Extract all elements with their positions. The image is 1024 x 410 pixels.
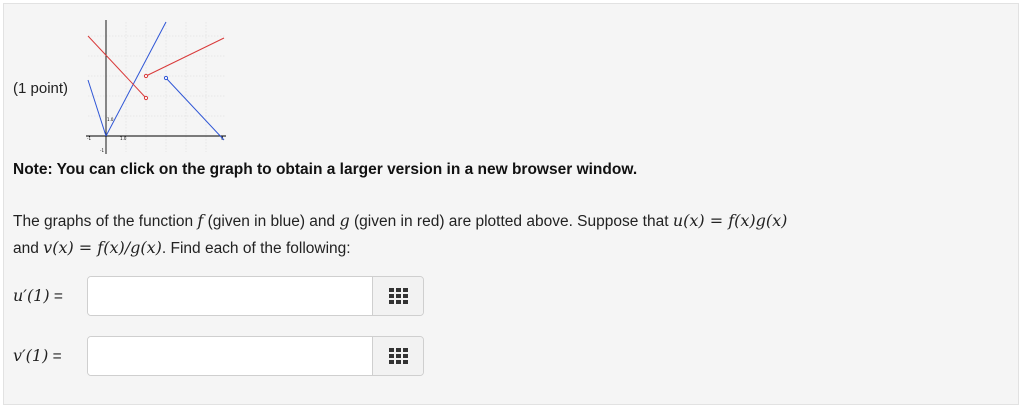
- answer-field-v: [87, 336, 424, 376]
- answer-label: u′(1) =: [13, 286, 87, 306]
- tick-label: -1: [100, 148, 104, 153]
- answer-label: v′(1) =: [13, 346, 87, 366]
- answer-input-u[interactable]: [88, 277, 372, 315]
- note-text: Note: You can click on the graph to obta…: [13, 161, 638, 178]
- math-v-prime: v′(1): [13, 346, 49, 365]
- keypad-icon: [388, 288, 408, 304]
- statement-line-1: The graphs of the function f (given in b…: [13, 208, 1013, 235]
- graph-grid: [88, 22, 226, 152]
- equals-sign: =: [49, 288, 63, 305]
- problem-panel: (1 point) 1.0 -1 1.0 -1 4 Note: You can …: [3, 3, 1019, 405]
- math-keypad-button[interactable]: [372, 277, 423, 315]
- tick-label: 1.0: [107, 117, 114, 122]
- answer-field-u: [87, 276, 424, 316]
- points-label: (1 point): [13, 80, 69, 97]
- answer-row-u: u′(1) =: [13, 276, 424, 316]
- tick-label: -1: [87, 136, 91, 141]
- answer-row-v: v′(1) =: [13, 336, 424, 376]
- math-keypad-button[interactable]: [372, 337, 423, 375]
- statement-text: . Find each of the following:: [161, 240, 351, 257]
- equals-sign: =: [48, 348, 62, 365]
- tick-label: 1.0: [120, 136, 127, 141]
- f-curve-blue: [87, 21, 225, 141]
- g-curve-red: [87, 35, 225, 101]
- statement-text: (given in blue) and: [203, 213, 340, 230]
- statement-text: The graphs of the function: [13, 213, 198, 230]
- math-u-prime: u′(1): [13, 286, 50, 305]
- math-v-def: v(x) = f(x)/g(x): [43, 238, 162, 257]
- statement-text: and: [13, 240, 44, 257]
- math-g: g: [339, 211, 350, 230]
- statement-line-2: and v(x) = f(x)/g(x). Find each of the f…: [13, 235, 1013, 262]
- function-graph[interactable]: 1.0 -1 1.0 -1 4: [86, 16, 228, 158]
- math-u-def: u(x) = f(x)g(x): [672, 211, 788, 230]
- answer-input-v[interactable]: [88, 337, 372, 375]
- problem-statement: The graphs of the function f (given in b…: [13, 208, 1013, 262]
- statement-text: (given in red) are plotted above. Suppos…: [349, 213, 673, 230]
- keypad-icon: [388, 348, 408, 364]
